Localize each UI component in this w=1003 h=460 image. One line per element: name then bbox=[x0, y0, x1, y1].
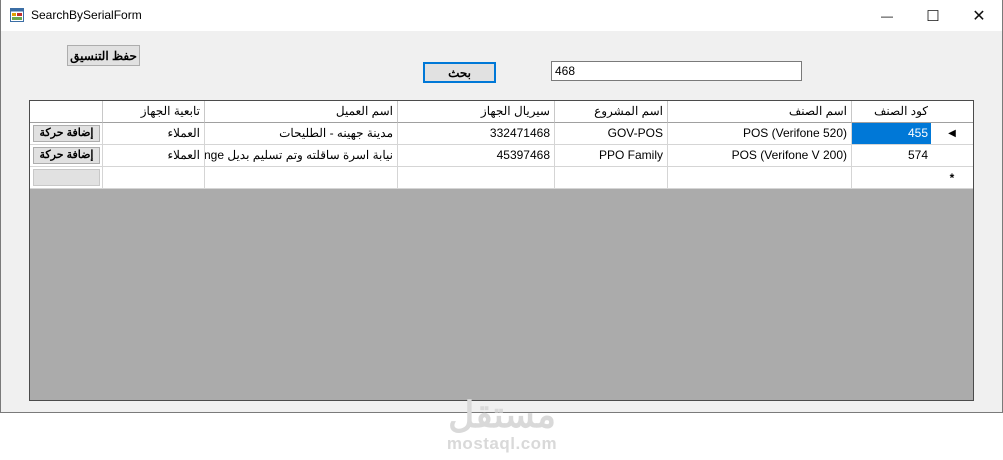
new-row-icon: * bbox=[949, 170, 955, 185]
client-cell[interactable] bbox=[205, 167, 398, 189]
code-cell[interactable]: 574 bbox=[852, 145, 933, 167]
project-cell[interactable]: PPO Family bbox=[555, 145, 668, 167]
current-row-icon: ◀ bbox=[948, 128, 956, 139]
empty-action-button[interactable] bbox=[33, 169, 100, 186]
table-row[interactable]: إضافة حركة العملاء مدينة جهينه - الطليحا… bbox=[30, 123, 973, 145]
owner-cell[interactable]: العملاء bbox=[103, 145, 205, 167]
column-header-project[interactable]: اسم المشروع bbox=[555, 101, 668, 123]
maximize-button[interactable]: ☐ bbox=[910, 0, 956, 31]
column-header-serial[interactable]: سيريال الجهاز bbox=[398, 101, 555, 123]
serial-search-input[interactable]: 468 bbox=[551, 61, 802, 81]
project-cell[interactable]: GOV-POS bbox=[555, 123, 668, 145]
add-movement-button[interactable]: إضافة حركة bbox=[33, 125, 100, 142]
code-cell[interactable] bbox=[852, 167, 933, 189]
grid-header: تابعية الجهاز اسم العميل سيريال الجهاز ا… bbox=[30, 101, 973, 123]
column-header-client[interactable]: اسم العميل bbox=[205, 101, 398, 123]
row-header[interactable]: ◀ bbox=[931, 123, 973, 145]
results-grid[interactable]: تابعية الجهاز اسم العميل سيريال الجهاز ا… bbox=[29, 100, 974, 401]
project-cell[interactable] bbox=[555, 167, 668, 189]
column-header-action[interactable] bbox=[30, 101, 103, 123]
title-bar[interactable]: SearchBySerialForm — ☐ ✕ bbox=[1, 0, 1002, 31]
item-cell[interactable] bbox=[668, 167, 852, 189]
client-cell[interactable]: نيابة اسرة ساقلته وتم تسليم بديل Inge... bbox=[205, 145, 398, 167]
minimize-button[interactable]: — bbox=[864, 0, 910, 31]
close-button[interactable]: ✕ bbox=[956, 0, 1002, 31]
action-cell bbox=[30, 167, 103, 189]
maximize-icon: ☐ bbox=[926, 7, 940, 25]
column-header-item[interactable]: اسم الصنف bbox=[668, 101, 852, 123]
table-row[interactable]: إضافة حركة العملاء نيابة اسرة ساقلته وتم… bbox=[30, 145, 973, 167]
client-cell[interactable]: مدينة جهينه - الطليحات bbox=[205, 123, 398, 145]
window-title: SearchBySerialForm bbox=[31, 8, 142, 22]
owner-cell[interactable] bbox=[103, 167, 205, 189]
watermark-latin: mostaql.com bbox=[446, 434, 558, 453]
action-cell: إضافة حركة bbox=[30, 145, 103, 167]
search-button[interactable]: بحث bbox=[423, 62, 496, 83]
close-icon: ✕ bbox=[972, 7, 986, 25]
row-header[interactable] bbox=[931, 145, 973, 167]
add-movement-button[interactable]: إضافة حركة bbox=[33, 147, 100, 164]
main-window: SearchBySerialForm — ☐ ✕ حفظ التنسيق بحث… bbox=[0, 0, 1003, 413]
save-layout-button[interactable]: حفظ التنسيق bbox=[67, 45, 140, 66]
minimize-icon: — bbox=[881, 8, 893, 23]
column-header-code[interactable]: كود الصنف bbox=[852, 101, 933, 123]
app-icon bbox=[10, 8, 24, 22]
watermark-logo: مستقل mostaql.com bbox=[440, 395, 564, 453]
action-cell: إضافة حركة bbox=[30, 123, 103, 145]
owner-cell[interactable]: العملاء bbox=[103, 123, 205, 145]
serial-cell[interactable]: 45397468 bbox=[398, 145, 555, 167]
row-header[interactable]: * bbox=[931, 167, 973, 189]
watermark-arabic: مستقل bbox=[448, 394, 556, 435]
serial-cell[interactable]: 332471468 bbox=[398, 123, 555, 145]
row-header-corner bbox=[931, 101, 973, 123]
item-cell[interactable]: POS (Verifone 520) bbox=[668, 123, 852, 145]
item-cell[interactable]: POS (Verifone V 200) bbox=[668, 145, 852, 167]
new-table-row[interactable]: * bbox=[30, 167, 973, 189]
serial-cell[interactable] bbox=[398, 167, 555, 189]
column-header-owner[interactable]: تابعية الجهاز bbox=[103, 101, 205, 123]
code-cell[interactable]: 455 bbox=[852, 123, 933, 145]
